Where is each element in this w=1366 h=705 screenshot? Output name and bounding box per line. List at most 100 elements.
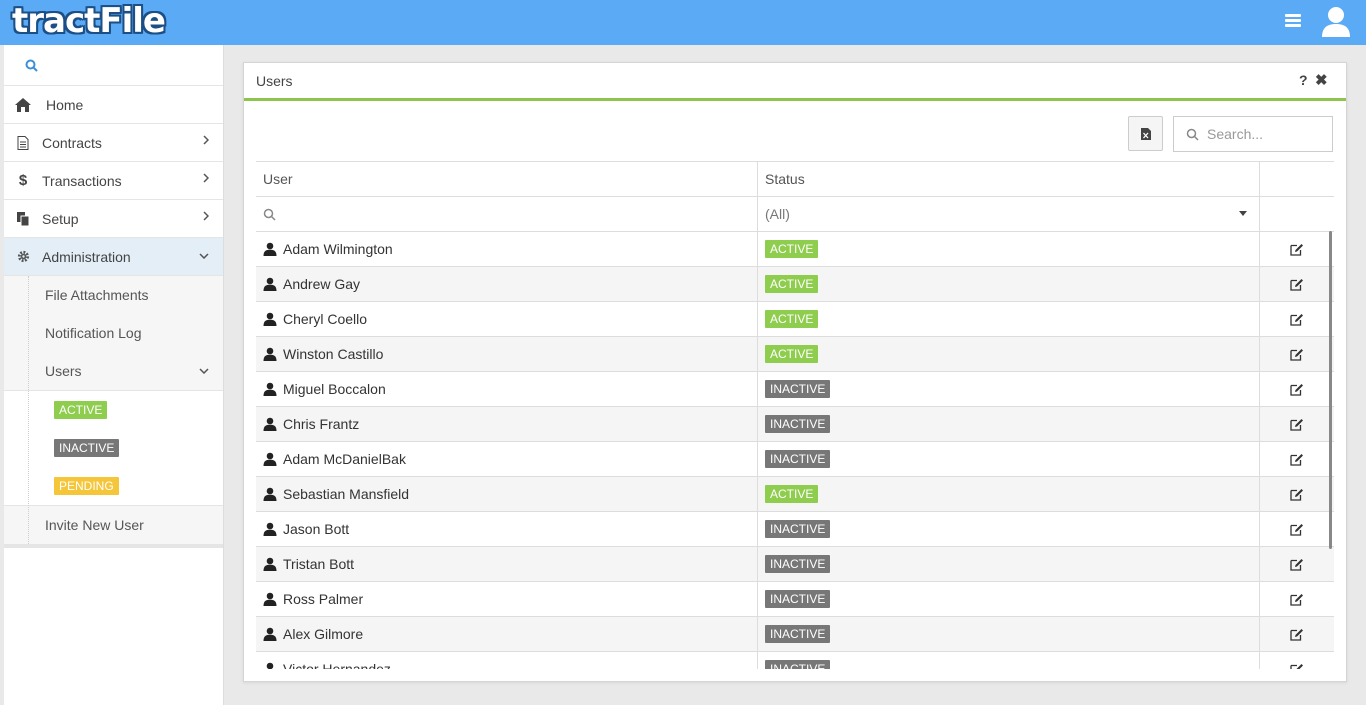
edit-button[interactable]	[1260, 477, 1334, 511]
sidebar-item-transactions[interactable]: $ Transactions	[4, 162, 223, 200]
close-button[interactable]: ✖	[1315, 71, 1328, 89]
filter-pending[interactable]: PENDING	[4, 467, 223, 505]
person-icon	[263, 452, 277, 466]
status-cell: ACTIVE	[758, 302, 1260, 336]
sidebar-item-users[interactable]: Users	[4, 352, 223, 390]
edit-icon	[1290, 523, 1303, 536]
app-logo[interactable]: tractFile	[12, 1, 166, 41]
sidebar-item-administration[interactable]: Administration	[4, 238, 223, 276]
search-icon	[263, 208, 276, 221]
sidebar-item-label: Invite New User	[45, 517, 144, 533]
table-row[interactable]: Adam McDanielBak INACTIVE	[256, 442, 1334, 477]
grid-toolbar	[256, 113, 1334, 161]
sidebar-item-label: Setup	[42, 210, 79, 227]
status-badge: INACTIVE	[765, 380, 831, 398]
column-header-user[interactable]: User	[256, 162, 758, 196]
sidebar-item-invite-new-user[interactable]: Invite New User	[4, 506, 223, 544]
copy-icon	[4, 211, 42, 226]
sidebar-item-file-attachments[interactable]: File Attachments	[4, 276, 223, 314]
table-row[interactable]: Miguel Boccalon INACTIVE	[256, 372, 1334, 407]
edit-icon	[1290, 488, 1303, 501]
person-icon	[263, 277, 277, 291]
table-row[interactable]: Chris Frantz INACTIVE	[256, 407, 1334, 442]
person-icon	[263, 347, 277, 361]
edit-button[interactable]	[1260, 652, 1334, 669]
user-filter-cell[interactable]	[256, 197, 758, 231]
user-name: Adam McDanielBak	[283, 451, 406, 467]
user-cell: Tristan Bott	[256, 547, 758, 581]
filter-actions-cell	[1260, 197, 1334, 231]
table-row[interactable]: Sebastian Mansfield ACTIVE	[256, 477, 1334, 512]
status-badge: INACTIVE	[54, 439, 120, 457]
status-cell: INACTIVE	[758, 582, 1260, 616]
menu-icon[interactable]	[1285, 14, 1301, 28]
scrollbar[interactable]	[1329, 231, 1332, 549]
search-icon	[1186, 128, 1199, 141]
status-cell: INACTIVE	[758, 372, 1260, 406]
edit-button[interactable]	[1260, 547, 1334, 581]
user-cell: Adam McDanielBak	[256, 442, 758, 476]
edit-button[interactable]	[1260, 407, 1334, 441]
edit-button[interactable]	[1260, 512, 1334, 546]
status-badge: INACTIVE	[765, 555, 831, 573]
column-header-actions	[1260, 162, 1334, 196]
status-badge: INACTIVE	[765, 625, 831, 643]
person-icon	[263, 382, 277, 396]
sidebar-item-home[interactable]: Home	[4, 86, 223, 124]
table-row[interactable]: Victor Hernandez INACTIVE	[256, 652, 1334, 669]
edit-button[interactable]	[1260, 302, 1334, 336]
status-cell: ACTIVE	[758, 267, 1260, 301]
filter-active[interactable]: ACTIVE	[4, 391, 223, 429]
home-icon	[4, 97, 42, 112]
export-excel-button[interactable]	[1128, 116, 1163, 151]
panel-header: Users ? ✖	[244, 63, 1346, 101]
edit-button[interactable]	[1260, 337, 1334, 371]
table-row[interactable]: Tristan Bott INACTIVE	[256, 547, 1334, 582]
grid-header-row: User Status	[256, 162, 1334, 197]
search-input[interactable]	[1207, 126, 1317, 142]
sidebar-item-setup[interactable]: Setup	[4, 200, 223, 238]
status-cell: ACTIVE	[758, 232, 1260, 266]
filter-inactive[interactable]: INACTIVE	[4, 429, 223, 467]
table-row[interactable]: Adam Wilmington ACTIVE	[256, 232, 1334, 267]
edit-icon	[1290, 278, 1303, 291]
edit-icon	[1290, 348, 1303, 361]
sidebar-item-contracts[interactable]: Contracts	[4, 124, 223, 162]
table-row[interactable]: Alex Gilmore INACTIVE	[256, 617, 1334, 652]
sidebar-item-label: Notification Log	[45, 325, 142, 341]
edit-icon	[1290, 558, 1303, 571]
status-badge: INACTIVE	[765, 660, 831, 669]
sidebar-item-notification-log[interactable]: Notification Log	[4, 314, 223, 352]
table-row[interactable]: Cheryl Coello ACTIVE	[256, 302, 1334, 337]
edit-button[interactable]	[1260, 267, 1334, 301]
table-row[interactable]: Jason Bott INACTIVE	[256, 512, 1334, 547]
search-field[interactable]	[1173, 116, 1333, 152]
edit-button[interactable]	[1260, 582, 1334, 616]
user-name: Alex Gilmore	[283, 626, 364, 642]
table-row[interactable]: Andrew Gay ACTIVE	[256, 267, 1334, 302]
status-filter-select[interactable]: (All)	[758, 197, 1260, 231]
status-cell: INACTIVE	[758, 407, 1260, 441]
edit-button[interactable]	[1260, 372, 1334, 406]
edit-button[interactable]	[1260, 442, 1334, 476]
person-icon	[266, 662, 274, 669]
edit-icon	[1290, 628, 1303, 641]
user-name: Cheryl Coello	[283, 311, 368, 327]
table-row[interactable]: Ross Palmer INACTIVE	[256, 582, 1334, 617]
table-row[interactable]: Winston Castillo ACTIVE	[256, 337, 1334, 372]
chevron-right-icon	[203, 211, 209, 221]
edit-button[interactable]	[1260, 617, 1334, 651]
user-name: Victor Hernandez	[283, 661, 391, 669]
user-cell: Ross Palmer	[256, 582, 758, 616]
status-badge: ACTIVE	[765, 275, 819, 293]
sidebar-search[interactable]	[4, 45, 223, 86]
user-profile-icon[interactable]	[1321, 6, 1351, 38]
edit-icon	[1290, 418, 1303, 431]
user-cell: Chris Frantz	[256, 407, 758, 441]
user-cell: Cheryl Coello	[256, 302, 758, 336]
chevron-down-icon	[199, 253, 209, 259]
column-header-status[interactable]: Status	[758, 162, 1260, 196]
help-button[interactable]: ?	[1299, 72, 1308, 88]
user-name: Andrew Gay	[283, 276, 361, 292]
edit-button[interactable]	[1260, 232, 1334, 266]
